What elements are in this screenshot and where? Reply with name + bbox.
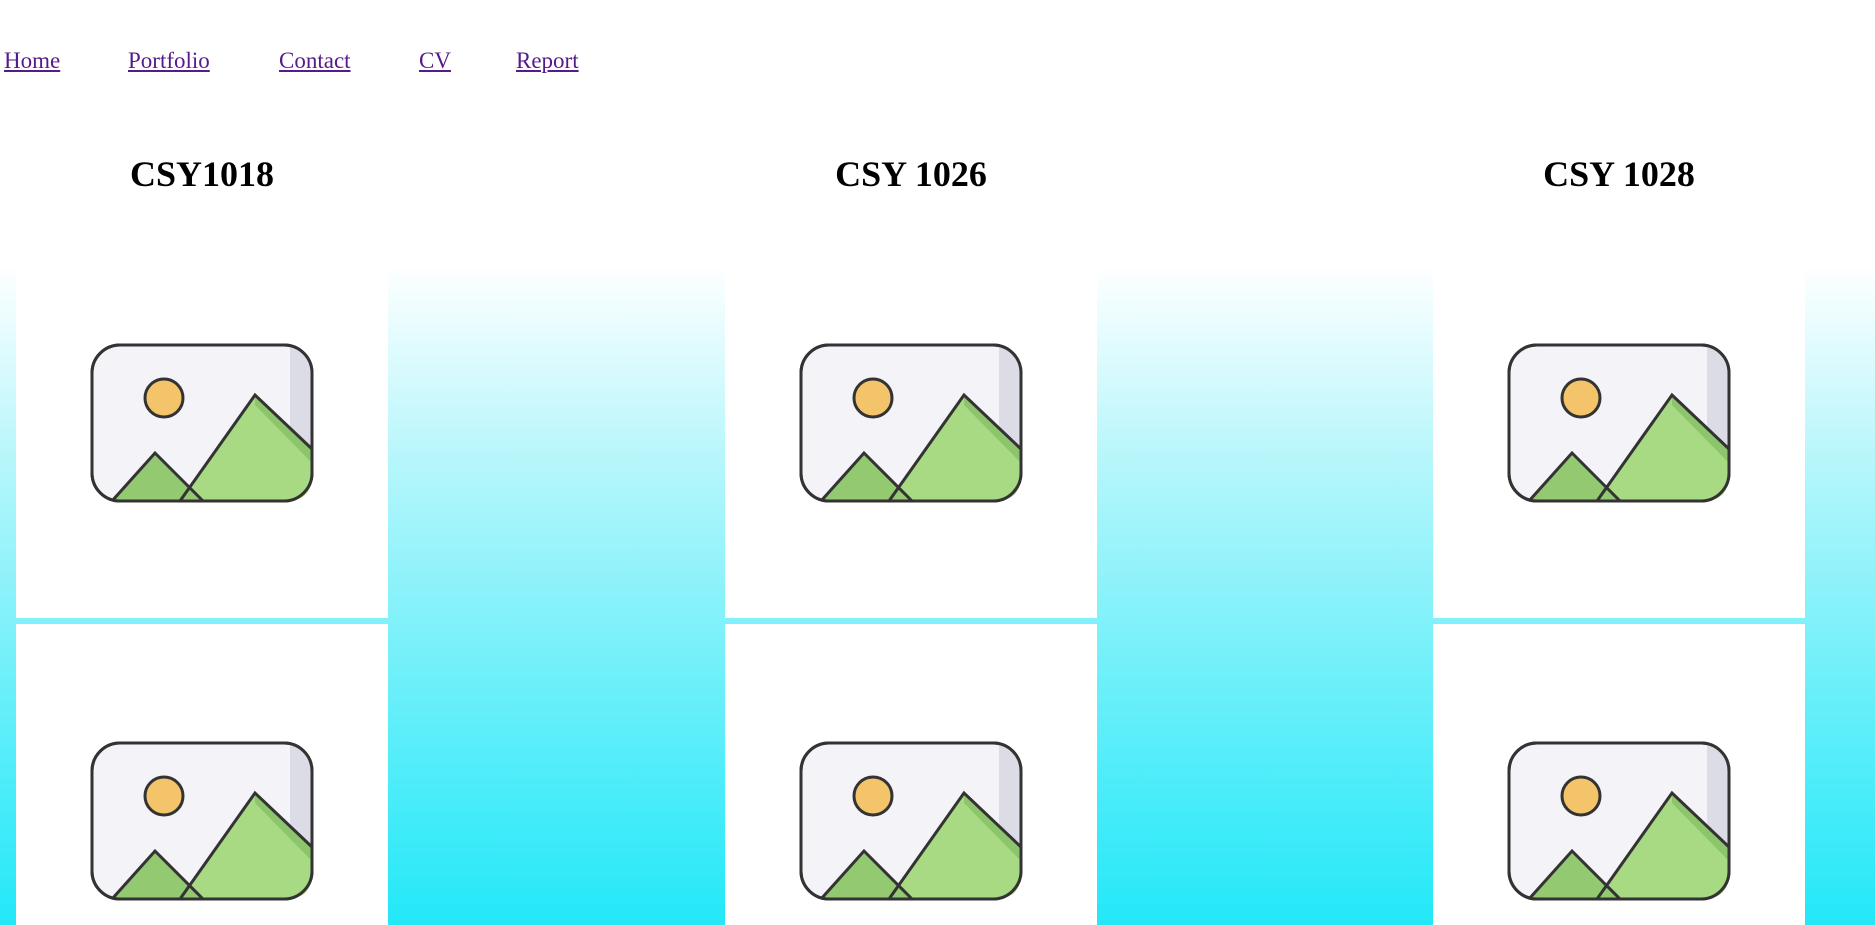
card-csy1018-2[interactable] (16, 624, 388, 925)
card-csy1026-2[interactable] (725, 624, 1097, 925)
nav-link-home[interactable]: Home (4, 46, 60, 76)
column-heading-1: CSY1018 (129, 154, 275, 194)
image-placeholder-icon (90, 741, 314, 901)
column-heading-2: CSY 1026 (835, 154, 987, 194)
card-csy1018-1[interactable] (16, 265, 388, 618)
nav-link-cv[interactable]: CV (419, 46, 451, 76)
nav-link-contact[interactable]: Contact (279, 46, 351, 76)
column-heading-3: CSY 1028 (1543, 154, 1695, 194)
image-placeholder-icon (799, 343, 1023, 503)
image-placeholder-icon (799, 741, 1023, 901)
image-placeholder-icon (1507, 343, 1731, 503)
image-placeholder-icon (90, 343, 314, 503)
image-placeholder-icon (1507, 741, 1731, 901)
card-csy1028-1[interactable] (1433, 265, 1805, 618)
nav-link-report[interactable]: Report (516, 46, 579, 76)
nav-link-portfolio[interactable]: Portfolio (128, 46, 210, 76)
card-csy1028-2[interactable] (1433, 624, 1805, 925)
card-csy1026-1[interactable] (725, 265, 1097, 618)
